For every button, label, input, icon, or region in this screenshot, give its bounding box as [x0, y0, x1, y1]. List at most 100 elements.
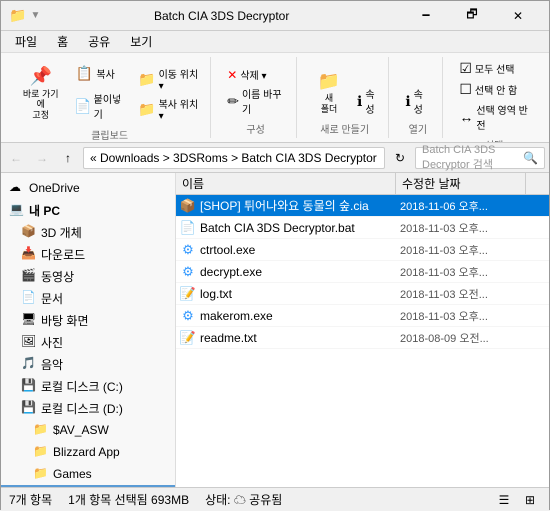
new-folder-button[interactable]: 📁 새폴더: [309, 67, 349, 117]
table-row[interactable]: ⚙ makerom.exe 2018-11-03 오후...: [176, 305, 549, 327]
sidebar-item-videos[interactable]: 🎬 동영상: [1, 265, 175, 287]
menu-home[interactable]: 홈: [51, 31, 74, 52]
table-row[interactable]: 📄 Batch CIA 3DS Decryptor.bat 2018-11-03…: [176, 217, 549, 239]
address-bar: ← → ↑ « Downloads > 3DSRoms > Batch CIA …: [1, 143, 549, 173]
copy-label: 복사: [96, 66, 114, 81]
file-list: 📦 [SHOP] 튀어나와요 동물의 숲.cia 2018-11-06 오후..…: [176, 195, 549, 487]
move-to-button[interactable]: 📁 이동 위치 ▾: [134, 65, 202, 93]
search-box[interactable]: Batch CIA 3DS Decryptor 검색 🔍: [415, 147, 545, 169]
rename-label: 이름 바꾸기: [242, 86, 284, 116]
rename-button[interactable]: ✏ 이름 바꾸기: [223, 85, 288, 117]
file-date-6: 2018-08-09 오전...: [400, 330, 530, 346]
back-button[interactable]: ←: [5, 147, 27, 169]
pin-button[interactable]: 📌 바로 가기에고정: [17, 63, 64, 123]
invert-label: 선택 영역 반전: [476, 102, 529, 132]
file-icon-4: 📝: [180, 286, 196, 302]
table-row[interactable]: 📝 log.txt 2018-11-03 오전...: [176, 283, 549, 305]
selected-info: 1개 항목 선택됨 693MB: [68, 491, 189, 508]
header-date[interactable]: 수정한 날짜: [396, 173, 526, 194]
file-icon-0: 📦: [180, 198, 196, 214]
onedrive-icon: ☁: [9, 180, 25, 196]
sidebar-item-downloads[interactable]: 📥 다운로드: [1, 243, 175, 265]
file-area: 이름 수정한 날짜 📦 [SHOP] 튀어나와요 동물의 숲.cia 2018-…: [176, 173, 549, 487]
desktop-icon: 🖥: [21, 312, 37, 328]
open-properties-icon: ℹ: [405, 93, 410, 110]
table-row[interactable]: 📝 readme.txt 2018-08-09 오전...: [176, 327, 549, 349]
sidebar-label-blizzard: Blizzard App: [53, 445, 120, 459]
new-folder-label: 새폴더: [321, 93, 338, 115]
search-icon: 🔍: [523, 151, 538, 165]
sidebar-item-drive-d[interactable]: 💾 로컬 디스크 (D:): [1, 397, 175, 419]
sidebar-label-onedrive: OneDrive: [29, 181, 80, 195]
ribbon-group-clipboard: 📌 바로 가기에고정 📋 복사 📄 붙이넣기 📁 이동 위치 ▾: [9, 57, 211, 138]
ribbon-group-open: ℹ 속성 열기: [393, 57, 443, 138]
sidebar-item-games[interactable]: 📁 Games: [1, 463, 175, 485]
ribbon-group-new: 📁 새폴더 ℹ 속성 새로 만들기: [301, 57, 389, 138]
up-button[interactable]: ↑: [57, 147, 79, 169]
menu-file[interactable]: 파일: [9, 31, 43, 52]
downloads-icon: 📥: [21, 246, 37, 262]
copy-button[interactable]: 📋 복사: [68, 59, 130, 87]
refresh-button[interactable]: ↻: [389, 147, 411, 169]
sidebar-label-my-pc: 내 PC: [29, 202, 60, 219]
table-row[interactable]: 📦 [SHOP] 튀어나와요 동물의 숲.cia 2018-11-06 오후..…: [176, 195, 549, 217]
paste-button[interactable]: 📄 붙이넣기: [68, 89, 130, 123]
delete-label: 삭제 ▾: [240, 67, 266, 82]
properties-button[interactable]: ℹ 속성: [353, 85, 380, 117]
invert-selection-button[interactable]: ↔ 선택 영역 반전: [455, 101, 533, 133]
open-properties-button[interactable]: ℹ 속성: [401, 85, 434, 117]
select-none-label: 선택 안 함: [475, 82, 517, 97]
sidebar-item-3d[interactable]: 📦 3D 개체: [1, 221, 175, 243]
header-name[interactable]: 이름: [176, 173, 396, 194]
window-title: Batch CIA 3DS Decryptor: [40, 9, 403, 23]
restore-button[interactable]: 🗗: [449, 1, 495, 31]
sidebar-label-av-asw: $AV_ASW: [53, 423, 109, 437]
organize-label: 구성: [246, 121, 264, 136]
window-controls[interactable]: 🗕 🗗 ✕: [403, 1, 541, 31]
sidebar-item-my-pc[interactable]: 💻 내 PC: [1, 199, 175, 221]
paste-icon: 📄: [72, 94, 93, 118]
forward-button[interactable]: →: [31, 147, 53, 169]
file-header: 이름 수정한 날짜: [176, 173, 549, 195]
address-path[interactable]: « Downloads > 3DSRoms > Batch CIA 3DS De…: [83, 147, 385, 169]
menu-share[interactable]: 공유: [82, 31, 116, 52]
minimize-button[interactable]: 🗕: [403, 1, 449, 31]
sidebar-item-desktop[interactable]: 🖥 바탕 화면: [1, 309, 175, 331]
drive-c-icon: 💾: [21, 378, 37, 394]
sidebar-item-onedrive[interactable]: ☁ OneDrive: [1, 177, 175, 199]
sidebar-item-blizzard[interactable]: 📁 Blizzard App: [1, 441, 175, 463]
sidebar-item-music[interactable]: 🎵 음악: [1, 353, 175, 375]
select-all-icon: ☑: [459, 60, 472, 77]
invert-icon: ↔: [459, 109, 473, 125]
open-label: 열기: [409, 121, 427, 136]
move-icon: 📁: [138, 71, 155, 88]
sidebar-item-pictures[interactable]: 🖼 사진: [1, 331, 175, 353]
sidebar-item-drive-c[interactable]: 💾 로컬 디스크 (C:): [1, 375, 175, 397]
select-none-button[interactable]: ☐ 선택 안 함: [455, 80, 533, 99]
sidebar-label-downloads: 다운로드: [41, 246, 85, 263]
delete-button[interactable]: ✕ 삭제 ▾: [223, 66, 288, 83]
sidebar-label-videos: 동영상: [41, 268, 74, 285]
table-row[interactable]: ⚙ ctrtool.exe 2018-11-03 오후...: [176, 239, 549, 261]
close-button[interactable]: ✕: [495, 1, 541, 31]
delete-icon: ✕: [227, 68, 237, 82]
table-row[interactable]: ⚙ decrypt.exe 2018-11-03 오후...: [176, 261, 549, 283]
select-all-button[interactable]: ☑ 모두 선택: [455, 59, 533, 78]
title-bar-icons: 📁 ▼: [9, 7, 40, 24]
menu-view[interactable]: 보기: [124, 31, 158, 52]
ribbon: 📌 바로 가기에고정 📋 복사 📄 붙이넣기 📁 이동 위치 ▾: [1, 53, 549, 143]
menu-bar: 파일 홈 공유 보기: [1, 31, 549, 53]
sidebar-item-av-asw[interactable]: 📁 $AV_ASW: [1, 419, 175, 441]
sidebar-item-momzimmom[interactable]: 📁 Momzimmom: [1, 485, 175, 487]
file-date-5: 2018-11-03 오후...: [400, 308, 530, 324]
pictures-icon: 🖼: [21, 334, 37, 350]
file-date-4: 2018-11-03 오전...: [400, 286, 530, 302]
sidebar-item-documents[interactable]: 📄 문서: [1, 287, 175, 309]
ribbon-group-select: ☑ 모두 선택 ☐ 선택 안 함 ↔ 선택 영역 반전 선택: [447, 57, 541, 138]
sidebar: ☁ OneDrive 💻 내 PC 📦 3D 개체 📥 다운로드 🎬 동영상 📄…: [1, 173, 176, 487]
copy-to-button[interactable]: 📁 복사 위치 ▾: [134, 95, 202, 123]
file-icon-2: ⚙: [180, 242, 196, 258]
sidebar-label-drive-c: 로컬 디스크 (C:): [41, 378, 123, 395]
tiles-view-button[interactable]: ⊞: [519, 489, 541, 511]
details-view-button[interactable]: ☰: [493, 489, 515, 511]
